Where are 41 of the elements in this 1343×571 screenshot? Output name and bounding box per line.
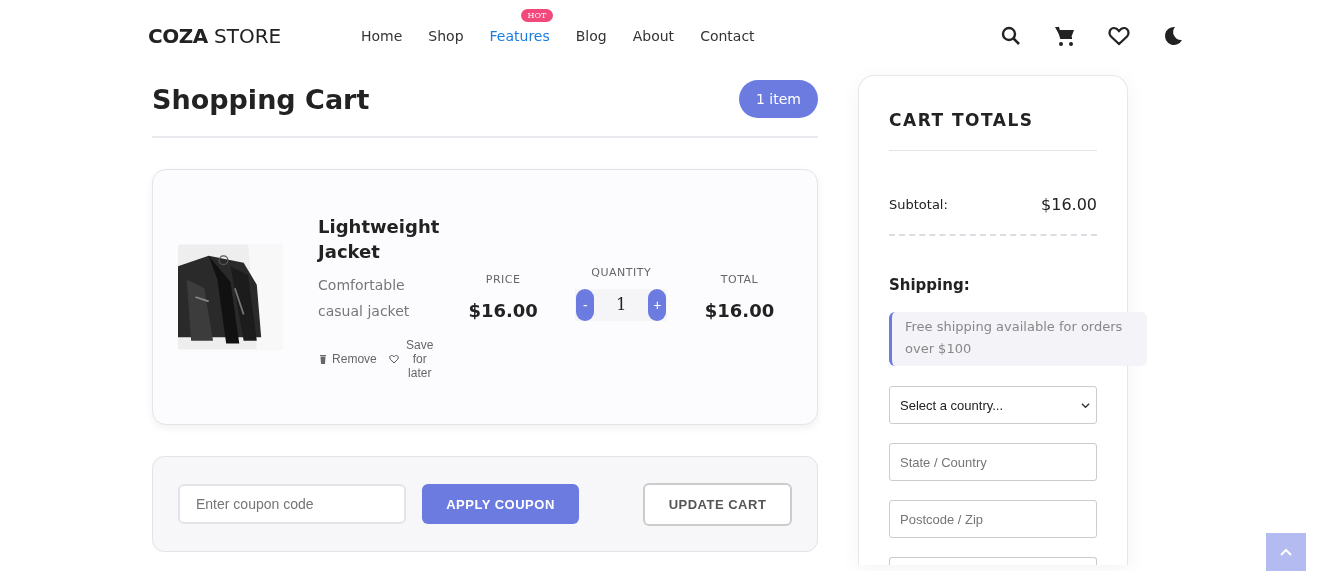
- coupon-input[interactable]: Enter coupon code: [178, 484, 406, 524]
- column-label: QUANTITY: [590, 265, 653, 279]
- increase-button[interactable]: +: [648, 288, 667, 321]
- chevron-down-icon: [1081, 400, 1090, 410]
- heart-icon[interactable]: [1107, 24, 1131, 48]
- nav-link[interactable]: Home: [348, 28, 416, 44]
- column-label: PRICE: [484, 273, 522, 286]
- state-input[interactable]: State / Country: [889, 443, 1097, 481]
- trash-icon: [318, 354, 329, 364]
- cart-icon[interactable]: [1053, 24, 1077, 48]
- item-count-badge: 1 item: [739, 80, 818, 118]
- logo[interactable]: COZA STORE: [148, 24, 348, 48]
- hot-badge: HOT: [520, 9, 554, 22]
- subtotal-value: $16.00: [1041, 195, 1097, 214]
- subtotal-label: Subtotal:: [889, 197, 948, 212]
- text-input[interactable]: [889, 557, 1097, 565]
- nav-link[interactable]: Features: [476, 28, 563, 44]
- apply-coupon-button[interactable]: APPLY COUPON: [422, 484, 579, 524]
- shipping-note: Free shipping available for orders over $100: [889, 312, 1147, 366]
- nav-link[interactable]: Shop: [415, 28, 477, 44]
- quantity-stepper[interactable]: - 1 +: [575, 288, 668, 321]
- price-value: $16.00: [467, 300, 539, 321]
- heart-icon: [388, 354, 399, 364]
- nav-link[interactable]: About: [619, 28, 688, 44]
- country-select[interactable]: Select a country...: [889, 386, 1097, 424]
- update-cart-button[interactable]: UPDATE CART: [643, 482, 792, 526]
- panel-title: CART TOTALS: [889, 110, 1035, 130]
- nav-link[interactable]: Blog: [562, 28, 620, 44]
- chevron-up-icon: [1279, 547, 1293, 557]
- nav-link[interactable]: Contact: [687, 28, 768, 44]
- save-for-later-link[interactable]: Save for later: [388, 338, 437, 380]
- column-label: TOTAL: [719, 273, 760, 286]
- shipping-label: Shipping:: [889, 276, 971, 294]
- page-title: Shopping Cart: [152, 83, 370, 115]
- price-value: $16.00: [703, 300, 776, 321]
- postcode-input[interactable]: Postcode / Zip: [889, 500, 1097, 538]
- product-name: Lightweight Jacket: [318, 215, 441, 264]
- quantity-value: 1: [615, 295, 628, 314]
- remove-link[interactable]: Remove: [318, 352, 377, 366]
- decrease-button[interactable]: -: [576, 288, 595, 321]
- product-description: Comfortable casual jacket: [318, 276, 411, 321]
